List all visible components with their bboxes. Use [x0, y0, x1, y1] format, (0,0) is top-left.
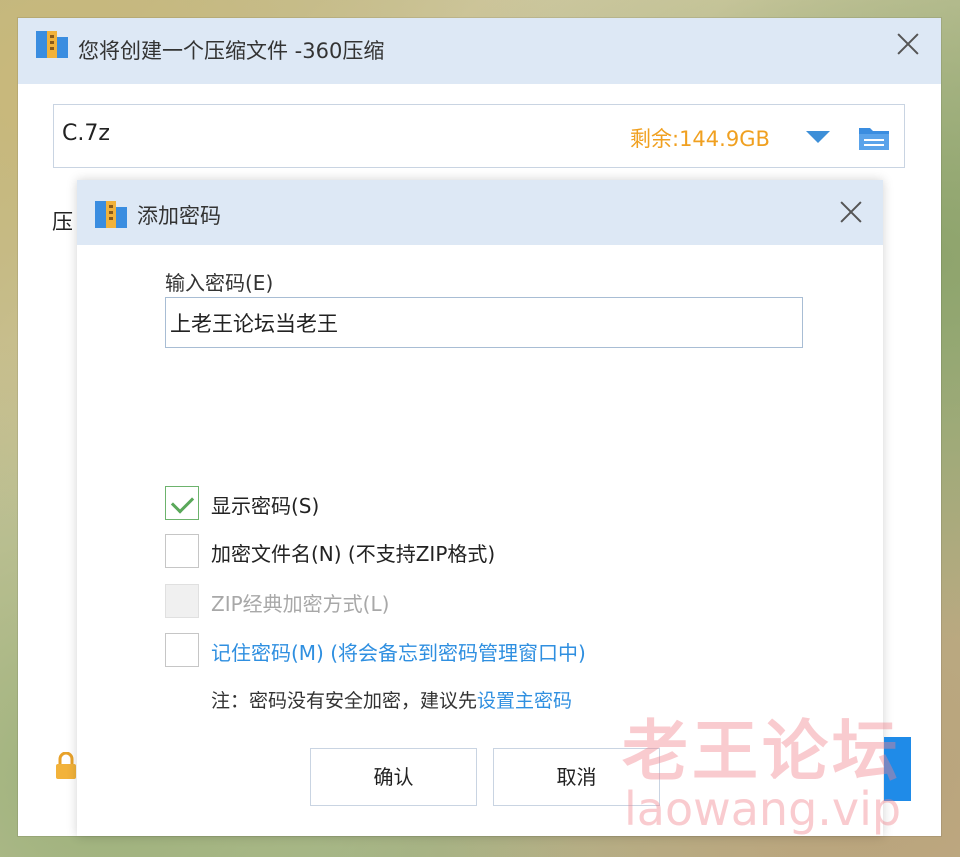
remember-password-checkbox[interactable] — [165, 633, 199, 667]
archive-app-icon — [36, 31, 68, 58]
archive-app-icon — [95, 201, 127, 228]
archive-path-field[interactable]: C.7z 剩余:144.9GB — [53, 104, 905, 168]
window-title: 您将创建一个压缩文件 -360压缩 — [78, 39, 385, 63]
archive-path-text: C.7z — [62, 121, 110, 146]
confirm-button[interactable]: 确认 — [310, 748, 477, 806]
watermark-cn: 老王论坛 — [622, 713, 902, 790]
folder-icon[interactable] — [858, 125, 890, 151]
watermark-en: laowang.vip — [624, 782, 902, 836]
dialog-title: 添加密码 — [137, 204, 221, 228]
set-master-password-link[interactable]: 设置主密码 — [477, 690, 572, 712]
free-space-label: 剩余:144.9GB — [630, 127, 770, 151]
check-icon — [170, 490, 195, 514]
show-password-label: 显示密码(S) — [211, 494, 320, 518]
zip-classic-encryption-label: ZIP经典加密方式(L) — [211, 592, 390, 616]
chevron-down-icon[interactable] — [806, 131, 830, 143]
dialog-close-icon[interactable] — [835, 196, 867, 228]
show-password-checkbox[interactable] — [165, 486, 199, 520]
remember-password-label[interactable]: 记住密码(M) (将会备忘到密码管理窗口中) — [211, 637, 586, 666]
password-input[interactable] — [165, 297, 803, 348]
password-label: 输入密码(E) — [165, 271, 274, 295]
dialog-titlebar: 添加密码 — [77, 180, 883, 245]
zip-classic-encryption-checkbox — [165, 584, 199, 618]
lock-icon[interactable] — [55, 752, 77, 780]
encrypt-filenames-label: 加密文件名(N) (不支持ZIP格式) — [211, 542, 496, 566]
encrypt-filenames-checkbox[interactable] — [165, 534, 199, 568]
main-titlebar: 您将创建一个压缩文件 -360压缩 — [18, 18, 941, 84]
compression-label-partial: 压 — [52, 210, 73, 234]
security-note: 注：密码没有安全加密，建议先设置主密码 — [211, 686, 572, 713]
main-close-icon[interactable] — [892, 28, 924, 60]
security-note-text: 注：密码没有安全加密，建议先 — [211, 690, 478, 712]
